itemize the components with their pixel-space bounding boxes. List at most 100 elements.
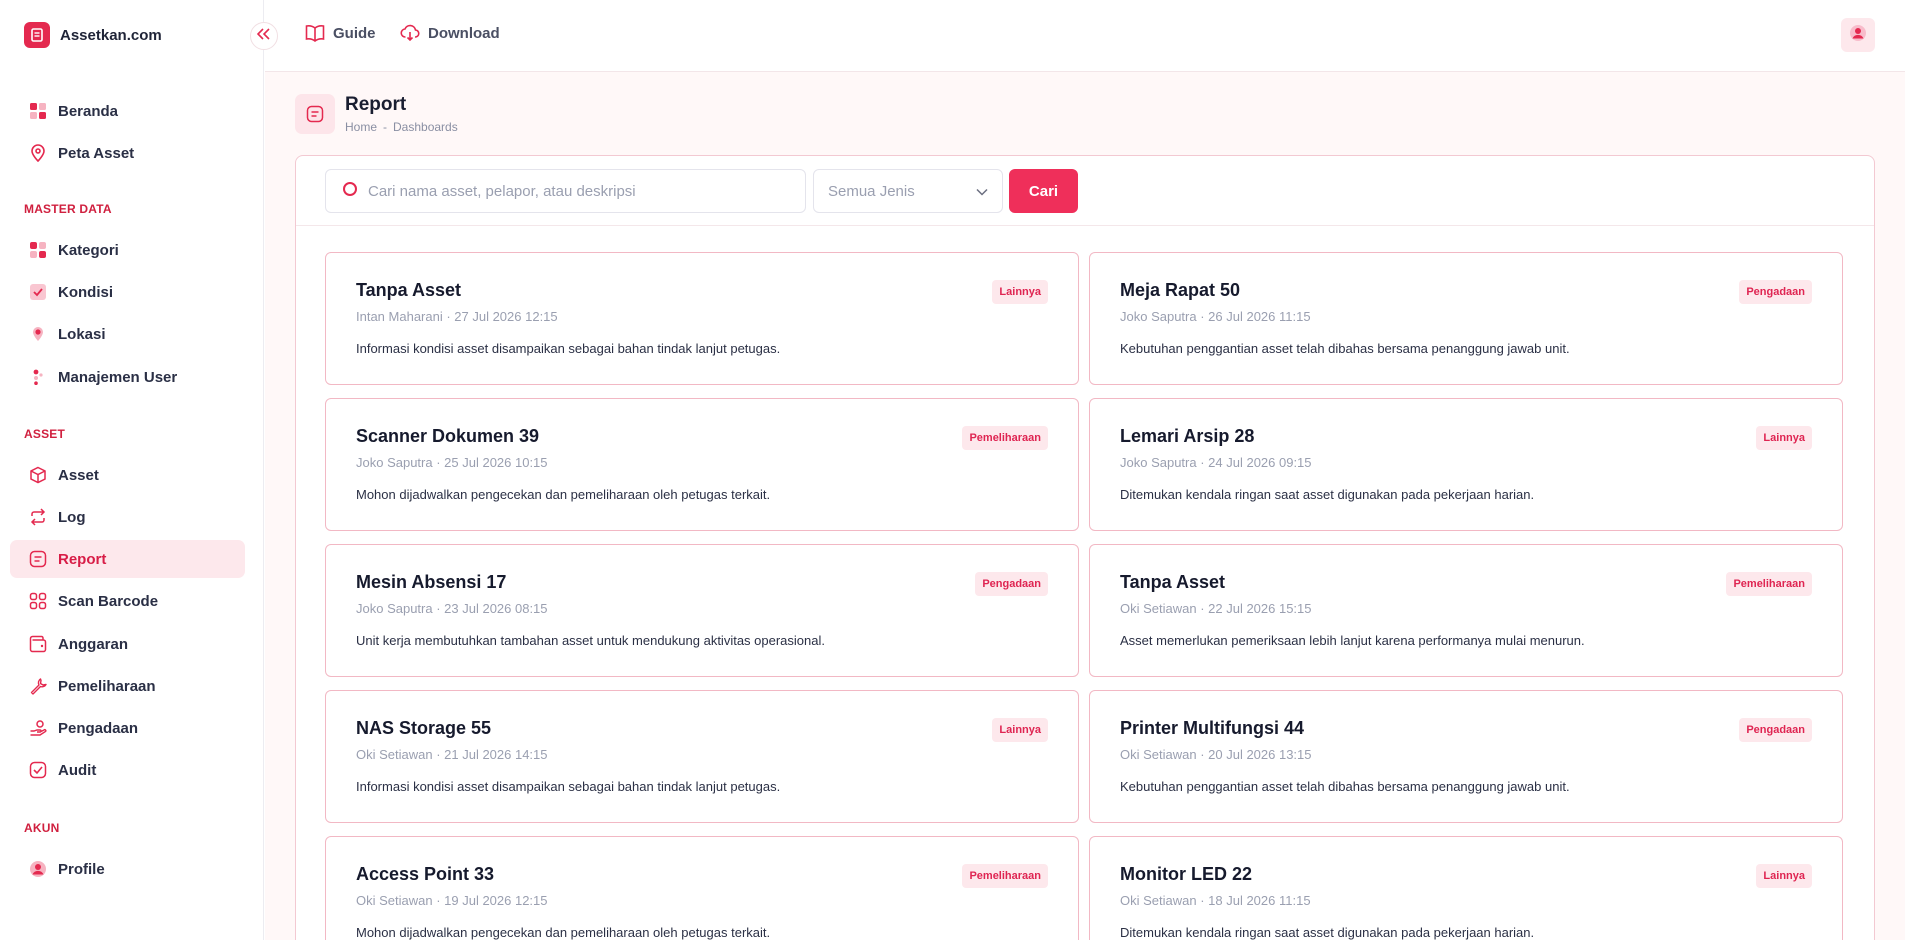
brand-name: Assetkan.com: [60, 26, 162, 44]
sidebar-item-label: Anggaran: [58, 635, 129, 653]
sidebar-item-label: Log: [58, 508, 86, 526]
report-type-badge: Lainnya: [992, 280, 1048, 304]
search-input[interactable]: [368, 182, 788, 200]
report-title: NAS Storage 55: [356, 718, 492, 738]
report-title: Tanpa Asset: [1120, 572, 1226, 592]
user-circle-icon: [28, 859, 48, 879]
sidebar-item-kondisi[interactable]: Kondisi: [10, 273, 245, 311]
filter-bar: Semua Jenis Cari: [296, 156, 1874, 226]
topbar: Guide Download: [265, 0, 1905, 72]
report-card[interactable]: NAS Storage 55 Oki Setiawan · 21 Jul 2026…: [325, 690, 1079, 823]
download-link[interactable]: Download: [400, 24, 500, 42]
hand-coin-icon: [28, 718, 48, 738]
breadcrumb-home[interactable]: Home: [345, 120, 377, 134]
sidebar-collapse-button[interactable]: [250, 22, 278, 50]
sidebar-item-beranda[interactable]: Beranda: [10, 92, 245, 130]
report-description: Ditemukan kendala ringan saat asset digu…: [1120, 487, 1535, 502]
book-open-icon: [305, 24, 325, 42]
sidebar-item-log[interactable]: Log: [10, 498, 245, 536]
report-card[interactable]: Access Point 33 Oki Setiawan · 19 Jul 202…: [325, 836, 1079, 940]
section-master-data: MASTER DATA: [24, 202, 112, 216]
sidebar-item-label: Pemeliharaan: [58, 677, 156, 695]
report-type-badge: Lainnya: [1756, 864, 1812, 888]
sidebar-item-audit[interactable]: Audit: [10, 751, 245, 789]
sidebar-item-lokasi[interactable]: Lokasi: [10, 315, 245, 353]
sidebar-item-pengadaan[interactable]: Pengadaan: [10, 709, 245, 747]
chevron-down-icon: [976, 183, 988, 200]
jenis-select[interactable]: Semua Jenis: [813, 169, 1003, 213]
report-description: Informasi kondisi asset disampaikan seba…: [356, 779, 781, 794]
sidebar-item-kategori[interactable]: Kategori: [10, 231, 245, 269]
jenis-select-value: Semua Jenis: [828, 182, 915, 200]
report-description: Mohon dijadwalkan pengecekan dan pemelih…: [356, 487, 771, 502]
sidebar-item-pemeliharaan[interactable]: Pemeliharaan: [10, 667, 245, 705]
location-dot-icon: [28, 324, 48, 344]
user-avatar-button[interactable]: [1841, 18, 1875, 52]
report-card[interactable]: Mesin Absensi 17 Joko Saputra · 23 Jul 20…: [325, 544, 1079, 677]
report-title: Lemari Arsip 28: [1120, 426, 1255, 446]
report-card[interactable]: Tanpa Asset Intan Maharani · 27 Jul 2026 …: [325, 252, 1079, 385]
breadcrumb-separator: -: [383, 120, 388, 134]
report-description: Ditemukan kendala ringan saat asset digu…: [1120, 925, 1535, 940]
download-link-label: Download: [428, 24, 500, 42]
report-title: Access Point 33: [356, 864, 495, 884]
grid-icon: [28, 240, 48, 260]
sidebar-item-peta-asset[interactable]: Peta Asset: [10, 134, 245, 172]
collapse-arrow-icon: [256, 27, 271, 45]
scan-icon: [28, 591, 48, 611]
report-card[interactable]: Tanpa Asset Oki Setiawan · 22 Jul 2026 15…: [1089, 544, 1843, 677]
report-card[interactable]: Monitor LED 22 Oki Setiawan · 18 Jul 2026…: [1089, 836, 1843, 940]
brand[interactable]: Assetkan.com: [24, 22, 162, 48]
grid-icon: [28, 101, 48, 121]
page-title: Report: [345, 94, 407, 115]
report-description: Asset memerlukan pemeriksaan lebih lanju…: [1120, 633, 1585, 648]
sidebar-item-label: Profile: [58, 860, 105, 878]
report-panel: Semua Jenis Cari Tanpa Asset Intan Mahara…: [295, 155, 1875, 940]
guide-link[interactable]: Guide: [305, 24, 376, 42]
report-description: Mohon dijadwalkan pengecekan dan pemelih…: [356, 925, 771, 940]
sidebar-item-profile[interactable]: Profile: [10, 850, 245, 888]
report-type-badge: Pemeliharaan: [1726, 572, 1812, 596]
check-badge-icon: [28, 760, 48, 780]
sidebar-item-asset[interactable]: Asset: [10, 456, 245, 494]
sidebar-item-label: Report: [58, 550, 107, 568]
report-card[interactable]: Printer Multifungsi 44 Oki Setiawan · 20 …: [1089, 690, 1843, 823]
search-box[interactable]: [325, 169, 806, 213]
search-icon: [342, 181, 358, 202]
box-icon: [28, 465, 48, 485]
report-type-badge: Pengadaan: [1739, 718, 1812, 742]
search-button[interactable]: Cari: [1009, 169, 1078, 213]
repeat-icon: [28, 507, 48, 527]
report-title: Tanpa Asset: [356, 280, 462, 300]
sidebar-item-scan-barcode[interactable]: Scan Barcode: [10, 582, 245, 620]
report-title: Printer Multifungsi 44: [1120, 718, 1305, 738]
report-type-badge: Pengadaan: [975, 572, 1048, 596]
report-card[interactable]: Meja Rapat 50 Joko Saputra · 26 Jul 2026 …: [1089, 252, 1843, 385]
sidebar: Assetkan.com Beranda Peta Asset MASTER D…: [0, 0, 278, 940]
report-meta: Joko Saputra · 24 Jul 2026 09:15: [1120, 455, 1312, 470]
report-meta: Oki Setiawan · 19 Jul 2026 12:15: [356, 893, 548, 908]
report-card[interactable]: Lemari Arsip 28 Joko Saputra · 24 Jul 202…: [1089, 398, 1843, 531]
report-meta: Oki Setiawan · 21 Jul 2026 14:15: [356, 747, 548, 762]
wrench-icon: [28, 676, 48, 696]
sidebar-item-manajemen-user[interactable]: Manajemen User: [10, 358, 245, 396]
sidebar-item-label: Manajemen User: [58, 368, 178, 386]
sidebar-item-label: Kondisi: [58, 283, 113, 301]
breadcrumb: Home - Dashboards: [345, 120, 458, 134]
cloud-download-icon: [400, 24, 420, 42]
section-asset: ASSET: [24, 427, 66, 441]
brand-logo-icon: [24, 22, 50, 48]
report-description: Kebutuhan penggantian asset telah dibaha…: [1120, 341, 1570, 356]
report-meta: Joko Saputra · 26 Jul 2026 11:15: [1120, 309, 1311, 324]
report-icon: [28, 549, 48, 569]
report-description: Kebutuhan penggantian asset telah dibaha…: [1120, 779, 1570, 794]
sidebar-item-label: Peta Asset: [58, 144, 135, 162]
report-card[interactable]: Scanner Dokumen 39 Joko Saputra · 25 Jul …: [325, 398, 1079, 531]
report-type-badge: Pemeliharaan: [962, 426, 1048, 450]
section-akun: AKUN: [24, 821, 60, 835]
users-icon: [28, 367, 48, 387]
main-content: Report Home - Dashboards Semua Jenis Car…: [265, 72, 1905, 940]
sidebar-item-anggaran[interactable]: Anggaran: [10, 625, 245, 663]
sidebar-item-report[interactable]: Report: [10, 540, 245, 578]
check-square-icon: [28, 282, 48, 302]
